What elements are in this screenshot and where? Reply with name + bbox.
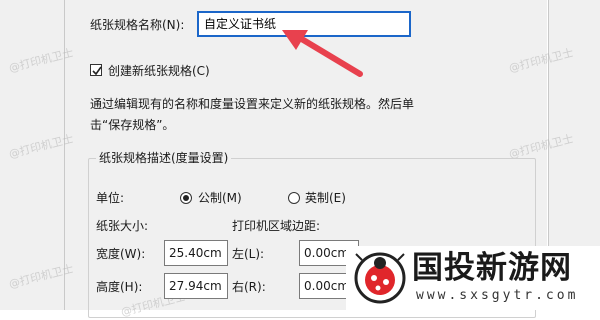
metric-label[interactable]: 公制(M)	[198, 190, 242, 206]
printer-margin-label: 打印机区域边距:	[232, 219, 321, 233]
imperial-label[interactable]: 英制(E)	[305, 190, 346, 206]
height-input[interactable]: 27.94cm	[164, 273, 228, 299]
radio-selected-dot	[183, 195, 189, 201]
ladybug-icon	[354, 252, 406, 304]
imperial-radio[interactable]	[288, 192, 300, 204]
units-label: 单位:	[96, 191, 125, 205]
right-margin-label: 右(R):	[232, 280, 266, 294]
help-text-line-1: 通过编辑现有的名称和度量设置来定义新的纸张规格。然后单	[90, 97, 415, 111]
width-label: 宽度(W):	[96, 247, 146, 261]
width-input[interactable]: 25.40cm	[164, 240, 228, 266]
paper-size-label: 纸张大小:	[96, 219, 149, 233]
checkmark-icon	[92, 66, 102, 76]
create-new-checkbox[interactable]	[90, 64, 102, 76]
height-label: 高度(H):	[96, 280, 143, 294]
brand-url: www.sxsgytr.com	[416, 288, 579, 303]
left-margin-label: 左(L):	[232, 247, 265, 261]
create-new-label[interactable]: 创建新纸张规格(C)	[108, 63, 210, 79]
brand-name: 国投新游网	[412, 250, 572, 286]
group-title: 纸张规格描述(度量设置)	[96, 150, 232, 166]
help-text-line-2: 击“保存规格”。	[90, 118, 175, 132]
metric-radio[interactable]	[180, 192, 192, 204]
brand-logo: 国投新游网 www.sxsgytr.com	[346, 246, 600, 310]
